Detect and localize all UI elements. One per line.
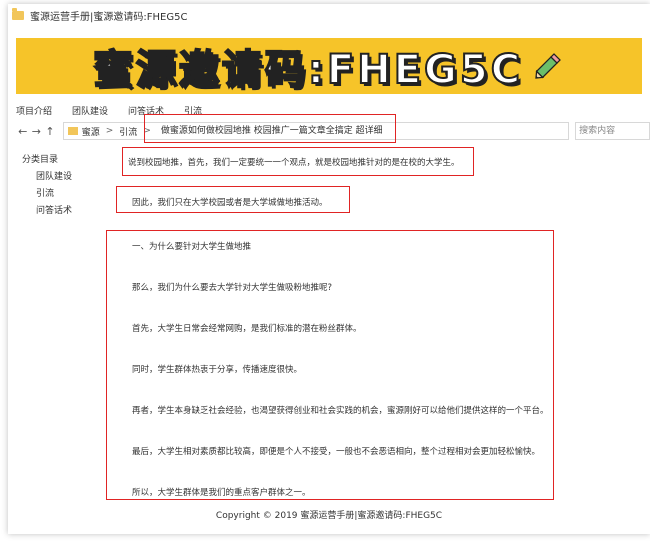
list-item: 那么，我们为什么要去大学针对大学生做吸粉地推呢? — [132, 283, 333, 293]
breadcrumb-item[interactable]: 引流 — [119, 125, 137, 138]
breadcrumb-separator: > — [105, 126, 114, 136]
folder-icon — [67, 127, 78, 135]
highlight-box — [144, 114, 396, 143]
category-tree: 分类目录 团队建设 引流 问答话术 — [22, 152, 72, 220]
list-item: 同时，学生群体热衷于分享，传播速度很快。 — [132, 365, 303, 375]
tree-item-team[interactable]: 团队建设 — [22, 169, 72, 186]
breadcrumb-item[interactable]: 蜜源 — [82, 125, 100, 138]
app-window: 蜜源运营手册|蜜源邀请码:FHEG5C 蜜源邀请码:FHEG5C 项目介绍 团队… — [8, 4, 650, 534]
list-item: 一、为什么要针对大学生做地推 — [132, 242, 252, 252]
copyright-footer: Copyright © 2019 蜜源运营手册|蜜源邀请码:FHEG5C — [215, 511, 443, 521]
paragraph: 说到校园地推，首先，我们一定要统一一个观点，就是校园地推针对的是在校的大学生。 — [128, 158, 460, 168]
menu-item-project[interactable]: 项目介绍 — [16, 104, 52, 120]
forward-arrow-icon[interactable]: → — [30, 125, 44, 138]
window-title: 蜜源运营手册|蜜源邀请码:FHEG5C — [30, 11, 188, 23]
list-item: 首先，大学生日常会经常网购，是我们标准的潜在粉丝群体。 — [132, 324, 362, 334]
tree-item-traffic[interactable]: 引流 — [22, 186, 72, 203]
invite-banner: 蜜源邀请码:FHEG5C — [16, 38, 642, 94]
title-bar: 蜜源运营手册|蜜源邀请码:FHEG5C — [8, 4, 650, 26]
up-arrow-icon[interactable]: ↑ — [43, 125, 57, 138]
search-input[interactable]: 搜索内容 — [575, 122, 650, 140]
list-item: 最后，大学生相对素质都比较高，即便是个人不接受，一般也不会恶语相向，整个过程相对… — [132, 447, 541, 457]
pencil-icon — [535, 53, 561, 79]
list-item: 再者，学生本身缺乏社会经验，也渴望获得创业和社会实践的机会，蜜源刚好可以给他们提… — [132, 406, 549, 416]
back-arrow-icon[interactable]: ← — [16, 125, 30, 138]
banner-text: 蜜源邀请码:FHEG5C — [92, 46, 524, 94]
list-item: 所以，大学生群体是我们的重点客户群体之一。 — [132, 488, 311, 498]
menu-item-team[interactable]: 团队建设 — [72, 104, 108, 120]
tree-item-qa[interactable]: 问答话术 — [22, 203, 72, 220]
paragraph: 因此，我们只在大学校园或者是大学城做地推活动。 — [132, 198, 328, 208]
folder-icon — [12, 7, 24, 20]
tree-root[interactable]: 分类目录 — [22, 152, 72, 169]
